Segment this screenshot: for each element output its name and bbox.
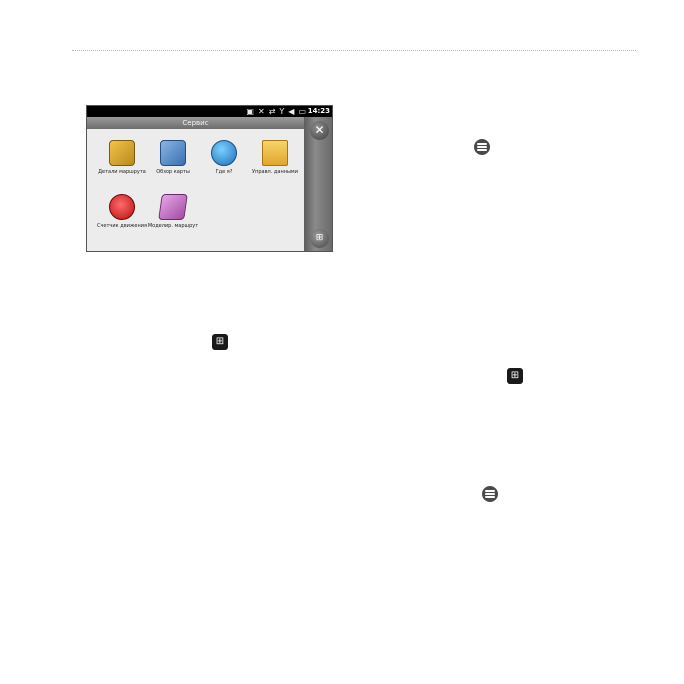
route-simulator-icon xyxy=(158,194,188,220)
connectivity-icon: ▣ xyxy=(246,107,254,116)
status-bar: ▣ ✕ ⇄ Y ◀ ▭ 14:23 xyxy=(87,106,332,117)
header-rule xyxy=(72,50,636,51)
transfer-icon: ⇄ xyxy=(268,107,276,116)
map-overview-icon xyxy=(160,140,186,166)
app-route-simulator[interactable]: Моделир. маршрут xyxy=(146,194,200,229)
windows-start-icon: ⊞ xyxy=(507,368,523,384)
app-label: Счетчик движения xyxy=(96,223,147,229)
battery-icon: ▭ xyxy=(298,107,306,116)
app-label: Управл. данными xyxy=(252,169,298,175)
app-trip-computer[interactable]: Счетчик движения xyxy=(95,194,149,229)
signal-icon: Y xyxy=(279,107,285,116)
menu-icon xyxy=(482,486,498,502)
sync-icon: ✕ xyxy=(257,107,265,116)
app-label: Где я? xyxy=(215,169,233,175)
windows-start-icon: ⊞ xyxy=(212,334,228,350)
data-manager-icon xyxy=(262,140,288,166)
menu-icon xyxy=(474,139,490,155)
app-label: Детали маршрута xyxy=(98,169,146,175)
clock: 14:23 xyxy=(307,107,330,115)
app-label: Обзор карты xyxy=(156,169,190,175)
app-route-details[interactable]: Детали маршрута xyxy=(95,140,149,175)
route-details-icon xyxy=(109,140,135,166)
app-label: Моделир. маршрут xyxy=(147,223,199,229)
where-am-i-icon xyxy=(211,140,237,166)
start-button[interactable]: ⊞ xyxy=(310,229,329,248)
app-map-overview[interactable]: Обзор карты xyxy=(146,140,200,175)
app-where-am-i[interactable]: Где я? xyxy=(197,140,251,175)
volume-icon: ◀ xyxy=(288,107,295,116)
close-button[interactable]: ✕ xyxy=(310,121,329,140)
device-screenshot: ▣ ✕ ⇄ Y ◀ ▭ 14:23 Сервис ✕ ⊞ Детали марш… xyxy=(86,105,333,252)
status-icons: ▣ ✕ ⇄ Y ◀ ▭ xyxy=(246,106,306,117)
app-data-manager[interactable]: Управл. данными xyxy=(248,140,302,175)
trip-computer-icon xyxy=(109,194,135,220)
window-title: Сервис xyxy=(87,117,304,129)
